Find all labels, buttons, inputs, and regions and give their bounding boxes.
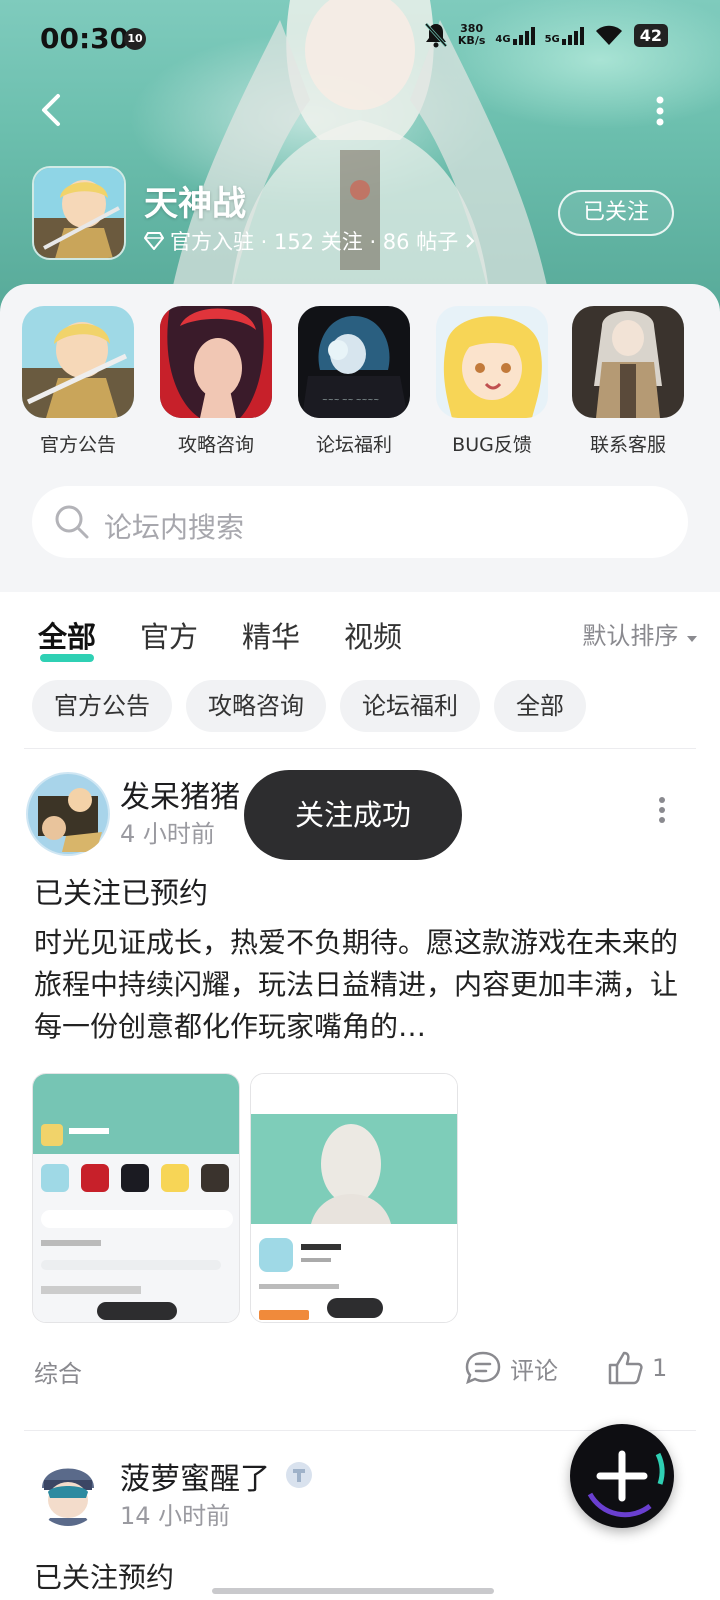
notification-count-badge: 10 — [124, 28, 146, 50]
wifi-icon — [595, 25, 622, 45]
avatar[interactable] — [34, 1458, 102, 1526]
back-arrow-icon[interactable] — [36, 92, 68, 128]
status-time: 00:30 — [40, 22, 130, 55]
post-image[interactable] — [32, 1073, 240, 1323]
game-icon[interactable] — [32, 166, 126, 260]
feed-tabs: 全部 官方 精华 视频 默认排序 — [0, 592, 720, 672]
shortcut-forum-benefits[interactable]: ~~~ ~~ ~~~~ 论坛福利 — [298, 306, 410, 457]
signal-5g-label: 5G — [544, 34, 560, 45]
chip-forum-benefits[interactable]: 论坛福利 — [340, 680, 480, 732]
signal-5g: 5G — [545, 25, 584, 45]
signal-bars-icon — [512, 25, 535, 45]
forum-top-sheet: 官方公告 攻略咨询 ~~~ ~~ ~~~~ 论坛福利 BUG反馈 联系客服 论坛… — [0, 284, 720, 594]
shortcut-label: 官方公告 — [39, 434, 116, 456]
post-image[interactable] — [250, 1073, 458, 1323]
comment-label: 评论 — [510, 1356, 558, 1385]
bell-muted-icon — [424, 22, 448, 48]
shortcut-label: 论坛福利 — [315, 434, 392, 456]
signal-bars-icon — [561, 25, 584, 45]
shortcut-thumb — [572, 306, 684, 418]
shortcut-official-notice[interactable]: 官方公告 — [22, 306, 134, 457]
signal-4g-label: 4G — [495, 34, 511, 45]
post-body: 时光见证成长，热爱不负期待。愿这款游戏在未来的旅程中持续闪耀，玩法日益精进，内容… — [34, 926, 679, 1043]
post-title: 已关注已预约 — [34, 876, 209, 910]
comment-button[interactable]: 评论 — [464, 1350, 558, 1386]
game-title: 天神战 — [144, 184, 246, 224]
shortcut-label: 联系客服 — [589, 434, 666, 456]
post-username[interactable]: 发呆猪猪 — [120, 772, 240, 816]
battery-indicator: 42 — [633, 23, 668, 47]
like-count: 1 — [652, 1354, 668, 1382]
search-placeholder: 论坛内搜索 — [104, 511, 245, 544]
post-time: 14 小时前 — [120, 1502, 231, 1530]
post-title: 已关注预约 — [34, 1561, 175, 1594]
network-speed: 380 KB/s — [458, 23, 485, 47]
shortcut-row: 官方公告 攻略咨询 ~~~ ~~ ~~~~ 论坛福利 BUG反馈 联系客服 — [0, 306, 720, 466]
create-post-button[interactable] — [570, 1424, 674, 1528]
shortcut-label: 攻略咨询 — [177, 434, 254, 456]
shortcut-thumb — [160, 306, 272, 418]
sort-label: 默认排序 — [582, 622, 679, 650]
post-time: 4 小时前 — [120, 820, 215, 848]
shortcut-thumb — [436, 306, 548, 418]
shortcut-contact-support[interactable]: 联系客服 — [572, 306, 684, 457]
thumbs-up-icon — [608, 1351, 643, 1385]
search-input[interactable]: 论坛内搜索 — [32, 486, 688, 558]
post-username[interactable]: 菠萝蜜醒了 — [120, 1454, 270, 1498]
status-bar: 00:30 10 380 KB/s 4G 5G 42 — [0, 0, 720, 80]
caret-down-icon — [687, 636, 697, 642]
tab-featured[interactable]: 精华 — [242, 614, 300, 656]
tab-video[interactable]: 视频 — [344, 614, 402, 656]
chip-strategy[interactable]: 攻略咨询 — [186, 680, 326, 732]
divider — [24, 748, 696, 749]
like-button[interactable]: 1 — [606, 1350, 667, 1386]
shortcut-label: BUG反馈 — [452, 434, 532, 456]
toast-message: 关注成功 — [244, 770, 462, 860]
chip-official-notice[interactable]: 官方公告 — [32, 680, 172, 732]
post-more-icon[interactable] — [658, 796, 666, 824]
game-meta-text: 官方入驻 · 152 关注 · 86 帖子 — [170, 230, 459, 254]
chevron-right-icon — [466, 234, 475, 248]
game-meta-link[interactable]: 官方入驻 · 152 关注 · 86 帖子 — [144, 226, 476, 256]
plus-icon — [587, 1450, 665, 1518]
shortcut-bug-report[interactable]: BUG反馈 — [436, 306, 548, 457]
shortcut-thumb — [22, 306, 134, 418]
user-level-badge-icon — [286, 1462, 312, 1488]
shortcut-thumb: ~~~ ~~ ~~~~ — [298, 306, 410, 418]
gesture-bar — [212, 1588, 494, 1594]
more-vertical-icon[interactable] — [654, 96, 666, 126]
shortcut-strategy[interactable]: 攻略咨询 — [160, 306, 272, 457]
avatar[interactable] — [26, 772, 110, 856]
tab-all[interactable]: 全部 — [38, 614, 96, 656]
network-speed-unit: KB/s — [457, 34, 486, 47]
active-tab-indicator — [40, 654, 94, 662]
game-banner: 00:30 10 380 KB/s 4G 5G 42 天神战 官方入驻 · 15… — [0, 0, 720, 320]
chip-all[interactable]: 全部 — [494, 680, 586, 732]
search-icon — [55, 505, 89, 539]
category-chips: 官方公告 攻略咨询 论坛福利 全部 — [32, 680, 586, 732]
diamond-icon — [144, 232, 164, 250]
post-card[interactable]: 发呆猪猪 4 小时前 已关注已预约 时光见证成长，热爱不负期待。愿这款游戏在未来… — [0, 768, 720, 1418]
sort-dropdown[interactable]: 默认排序 — [582, 616, 698, 651]
post-category[interactable]: 综合 — [34, 1354, 82, 1389]
tab-official[interactable]: 官方 — [140, 614, 198, 656]
follow-button[interactable]: 已关注 — [558, 190, 674, 236]
svg-text:~~~ ~~ ~~~~: ~~~ ~~ ~~~~ — [322, 396, 379, 404]
comment-icon — [465, 1351, 501, 1385]
signal-4g: 4G — [495, 25, 535, 45]
